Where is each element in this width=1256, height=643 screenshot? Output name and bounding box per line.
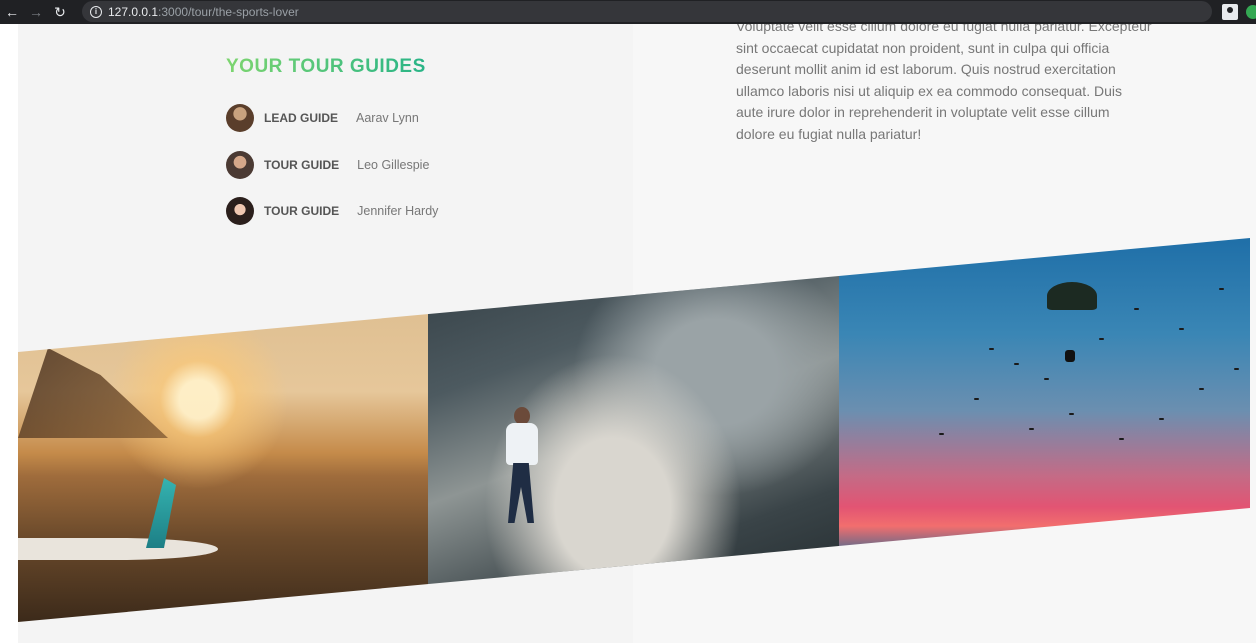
guide-name: Aarav Lynn (356, 111, 419, 125)
reload-icon: ↻ (54, 3, 66, 20)
profile-icon[interactable] (1222, 4, 1238, 20)
extension-icon[interactable] (1246, 5, 1256, 19)
guide-role: LEAD GUIDE (264, 111, 339, 125)
info-icon: i (90, 5, 102, 18)
guide-role: TOUR GUIDE (264, 158, 340, 172)
pilot-image-detail (1065, 350, 1075, 362)
url-path: :3000/tour/the-sports-lover (158, 4, 299, 19)
back-button[interactable]: ← (0, 0, 24, 24)
url-host: 127.0.0.1 (108, 4, 159, 19)
guide-item-tour-2: TOUR GUIDE Jennifer Hardy (226, 197, 438, 225)
forward-button[interactable]: → (24, 0, 48, 24)
arrow-left-icon: ← (5, 4, 19, 20)
paraglider-image-detail (1047, 282, 1097, 310)
address-bar[interactable]: i 127.0.0.1 :3000/tour/the-sports-lover (82, 1, 1212, 22)
arrow-right-icon: → (29, 4, 43, 20)
guides-heading: YOUR TOUR GUIDES (226, 56, 426, 77)
reload-button[interactable]: ↻ (48, 0, 72, 24)
guide-item-tour-1: TOUR GUIDE Leo Gillespie (226, 151, 429, 179)
page-margin (0, 24, 18, 643)
tour-description: Voluptate velit esse cillum dolore eu fu… (736, 24, 1152, 142)
guide-avatar (226, 104, 254, 132)
guide-avatar (226, 197, 254, 225)
browser-toolbar: ← → ↻ i 127.0.0.1 :3000/tour/the-sports-… (0, 0, 1256, 24)
guide-role: TOUR GUIDE (264, 204, 340, 218)
guide-item-lead: LEAD GUIDE Aarav Lynn (226, 104, 419, 132)
guide-avatar (226, 151, 254, 179)
skater-image-detail (500, 403, 540, 533)
guide-name: Jennifer Hardy (357, 204, 439, 218)
tour-page: YOUR TOUR GUIDES LEAD GUIDE Aarav Lynn T… (0, 24, 1256, 643)
guide-name: Leo Gillespie (357, 158, 430, 172)
surfboard-image-detail (18, 538, 218, 560)
